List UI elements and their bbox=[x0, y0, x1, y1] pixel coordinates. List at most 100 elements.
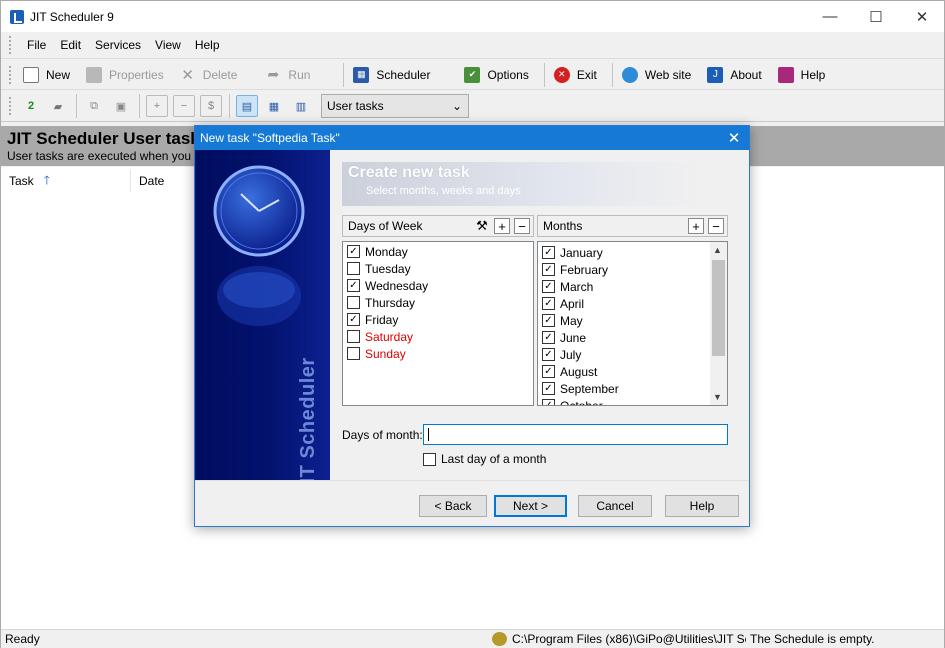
column-header-date[interactable]: Date bbox=[131, 170, 201, 192]
help-dialog-button[interactable]: Help bbox=[665, 495, 739, 517]
days-of-week-list[interactable]: ✓ Monday Tuesday ✓ Wednesday Thursday ✓ Friday S… bbox=[342, 241, 534, 406]
view-select-value: User tasks bbox=[327, 99, 384, 113]
checkbox[interactable]: ✓ bbox=[542, 365, 555, 378]
checkbox[interactable]: ✓ bbox=[347, 279, 360, 292]
checkbox[interactable]: ✓ bbox=[542, 314, 555, 327]
delete-button[interactable]: ✕ Delete bbox=[177, 63, 241, 87]
checkbox[interactable] bbox=[347, 347, 360, 360]
checkbox[interactable]: ✓ bbox=[347, 245, 360, 258]
checkbox[interactable]: ✓ bbox=[542, 297, 555, 310]
day-item[interactable]: Thursday bbox=[343, 294, 533, 311]
task-column-label: Task bbox=[9, 174, 34, 188]
detail-view-icon[interactable]: ▥ bbox=[290, 95, 312, 117]
checkbox[interactable]: ✓ bbox=[542, 246, 555, 259]
options-button[interactable]: ✔ Options bbox=[461, 63, 531, 87]
month-item[interactable]: ✓ October bbox=[538, 397, 727, 405]
menu-file[interactable]: File bbox=[20, 38, 53, 52]
run-button[interactable]: ➦ Run bbox=[262, 63, 313, 87]
last-day-check-box[interactable] bbox=[423, 452, 436, 466]
menu-services[interactable]: Services bbox=[88, 38, 148, 52]
checkbox[interactable]: ✓ bbox=[542, 280, 555, 293]
month-item[interactable]: ✓ September bbox=[538, 380, 727, 397]
scheduler-button[interactable]: ▦ Scheduler bbox=[350, 63, 433, 87]
checkbox[interactable] bbox=[347, 330, 360, 343]
month-item[interactable]: ✓ May bbox=[538, 312, 727, 329]
month-item[interactable]: ✓ March bbox=[538, 278, 727, 295]
months-header-buttons: + − bbox=[684, 218, 724, 234]
scroll-up-icon[interactable]: ▲ bbox=[713, 245, 722, 255]
menu-view[interactable]: View bbox=[148, 38, 188, 52]
tools-icon[interactable]: ⚒ bbox=[474, 218, 490, 234]
grid-view-icon[interactable]: ▦ bbox=[263, 95, 285, 117]
checkbox[interactable] bbox=[347, 296, 360, 309]
banner-title: Create new task bbox=[348, 164, 470, 181]
checkbox[interactable]: ✓ bbox=[542, 399, 555, 405]
view-select[interactable]: User tasks ⌄ bbox=[321, 94, 469, 118]
exit-button[interactable]: ✕ Exit bbox=[551, 63, 600, 87]
month-item[interactable]: ✓ June bbox=[538, 329, 727, 346]
collapse-icon[interactable]: − bbox=[173, 95, 195, 117]
cancel-button[interactable]: Cancel bbox=[578, 495, 652, 517]
checkbox[interactable]: ✓ bbox=[542, 348, 555, 361]
checkbox[interactable]: ✓ bbox=[347, 313, 360, 326]
back-button[interactable]: < Back bbox=[419, 495, 487, 517]
edit-icon[interactable]: ▰ bbox=[47, 95, 69, 117]
add-all-months-button[interactable]: + bbox=[688, 218, 704, 234]
day-item[interactable]: Tuesday bbox=[343, 260, 533, 277]
checkbox[interactable]: ✓ bbox=[542, 382, 555, 395]
day-item[interactable]: ✓ Monday bbox=[343, 243, 533, 260]
website-button[interactable]: Web site bbox=[619, 63, 694, 87]
checkbox[interactable] bbox=[347, 262, 360, 275]
maximize-button[interactable]: ☐ bbox=[853, 1, 899, 32]
checkbox[interactable]: ✓ bbox=[542, 263, 555, 276]
menu-bar: File Edit Services View Help bbox=[1, 32, 944, 59]
status-bar: Ready C:\Program Files (x86)\GiPo@Utilit… bbox=[1, 629, 944, 648]
close-button[interactable]: ✕ bbox=[899, 1, 945, 32]
months-list[interactable]: ✓ January ✓ February ✓ March ✓ April ✓ May ✓ June ✓ J… bbox=[537, 241, 728, 406]
day-item-label: Monday bbox=[365, 244, 408, 259]
remove-all-days-button[interactable]: − bbox=[514, 218, 530, 234]
months-scrollbar[interactable]: ▲ ▼ bbox=[710, 242, 727, 405]
month-item[interactable]: ✓ February bbox=[538, 261, 727, 278]
menu-edit[interactable]: Edit bbox=[53, 38, 88, 52]
delete-label: Delete bbox=[202, 67, 238, 82]
add-all-days-button[interactable]: + bbox=[494, 218, 510, 234]
day-item[interactable]: ✓ Friday bbox=[343, 311, 533, 328]
month-item[interactable]: ✓ August bbox=[538, 363, 727, 380]
copy-icon[interactable]: ⧉ bbox=[83, 95, 105, 117]
delete-x-icon: ✕ bbox=[181, 66, 194, 84]
dialog-close-button[interactable]: ✕ bbox=[719, 126, 749, 150]
days-of-month-input[interactable] bbox=[423, 424, 728, 445]
month-item[interactable]: ✓ July bbox=[538, 346, 727, 363]
day-item[interactable]: Saturday bbox=[343, 328, 533, 345]
column-header-task[interactable]: Task 🡑 bbox=[1, 170, 131, 192]
days-of-month-label: Days of month: bbox=[342, 428, 423, 442]
day-item[interactable]: Sunday bbox=[343, 345, 533, 362]
new-button[interactable]: New bbox=[20, 63, 73, 87]
dollar-icon[interactable]: $ bbox=[200, 95, 222, 117]
refresh-icon[interactable]: 2 bbox=[20, 95, 42, 117]
scroll-down-icon[interactable]: ▼ bbox=[713, 392, 722, 402]
next-button[interactable]: Next > bbox=[494, 495, 567, 517]
dialog-footer: < Back Next > Cancel Help bbox=[195, 480, 749, 526]
calendar-view-icon[interactable]: ▤ bbox=[236, 95, 258, 117]
paste-icon[interactable]: ▣ bbox=[110, 95, 132, 117]
sidebar-brand-text: JIT Scheduler bbox=[297, 357, 319, 495]
about-button[interactable]: J About bbox=[704, 63, 764, 87]
month-item[interactable]: ✓ January bbox=[538, 244, 727, 261]
expand-icon[interactable]: + bbox=[146, 95, 168, 117]
day-item[interactable]: ✓ Wednesday bbox=[343, 277, 533, 294]
month-item[interactable]: ✓ April bbox=[538, 295, 727, 312]
help-button[interactable]: Help bbox=[775, 63, 829, 87]
checkbox[interactable]: ✓ bbox=[542, 331, 555, 344]
scroll-thumb[interactable] bbox=[712, 260, 725, 356]
menu-help[interactable]: Help bbox=[188, 38, 227, 52]
minimize-button[interactable]: — bbox=[807, 1, 853, 32]
properties-button[interactable]: Properties bbox=[83, 63, 167, 87]
text-caret bbox=[428, 428, 429, 441]
properties-label: Properties bbox=[109, 67, 164, 82]
run-arrow-icon: ➦ bbox=[267, 66, 280, 82]
toolbar-separator bbox=[611, 62, 613, 87]
last-day-checkbox[interactable]: Last day of a month bbox=[423, 452, 546, 466]
remove-all-months-button[interactable]: − bbox=[708, 218, 724, 234]
